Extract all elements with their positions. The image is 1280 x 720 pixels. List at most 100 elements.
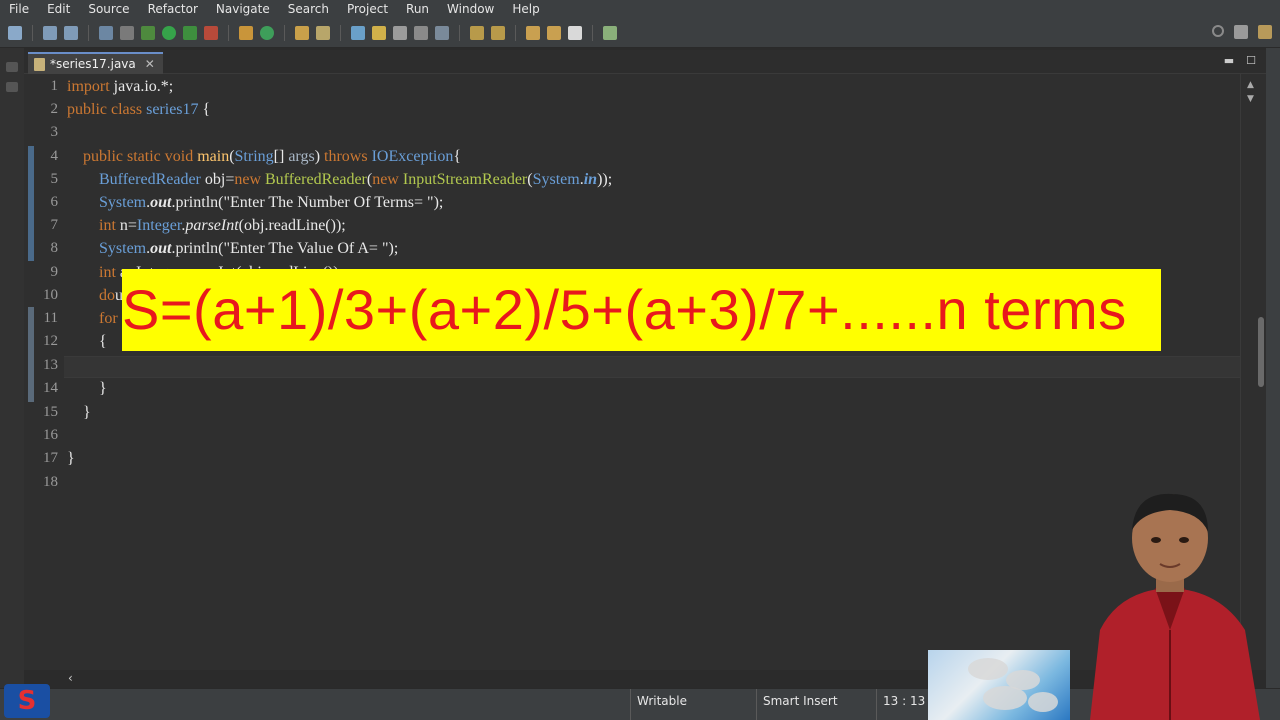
next-annotation-icon[interactable] <box>470 25 484 40</box>
close-icon[interactable]: ✕ <box>145 57 155 71</box>
open-type-icon[interactable] <box>295 25 309 40</box>
external-tools-icon[interactable] <box>204 25 218 40</box>
menu-project[interactable]: Project <box>338 2 397 16</box>
code-token: import <box>67 78 114 95</box>
coverage-icon[interactable] <box>183 25 197 40</box>
menu-help[interactable]: Help <box>503 2 548 16</box>
code-token: BufferedReader <box>265 171 367 188</box>
console-icon[interactable] <box>99 25 113 40</box>
new-icon[interactable] <box>8 25 22 40</box>
logo-letter: S <box>17 686 37 716</box>
block-selection-icon[interactable] <box>393 25 407 40</box>
menu-run[interactable]: Run <box>397 2 438 16</box>
code-token: BufferedReader <box>99 171 201 188</box>
new-class-icon[interactable] <box>260 25 274 40</box>
code-text: import java.io.*; <box>67 75 173 98</box>
scrollbar-thumb[interactable] <box>1258 317 1264 387</box>
run-icon[interactable] <box>162 25 176 40</box>
code-line[interactable]: 4 public static void main(String[] args)… <box>24 145 1256 168</box>
code-token: System <box>99 194 147 211</box>
code-token: out <box>150 240 172 257</box>
restore-icon[interactable] <box>6 62 18 72</box>
code-token: ); <box>388 240 399 257</box>
save-icon[interactable] <box>43 25 57 40</box>
code-token: java.io.*; <box>113 78 174 95</box>
code-line[interactable]: 7 int n=Integer.parseInt(obj.readLine())… <box>24 214 1256 237</box>
pin-editor-icon[interactable] <box>603 25 617 40</box>
code-token: System <box>99 240 147 257</box>
code-line[interactable]: 1 import java.io.*; <box>24 75 1256 98</box>
show-whitespace-icon[interactable] <box>435 25 449 40</box>
code-line[interactable]: 13 <box>24 354 1256 377</box>
open-perspective-icon[interactable] <box>1234 25 1248 39</box>
menu-search[interactable]: Search <box>279 2 338 16</box>
save-all-icon[interactable] <box>64 25 78 40</box>
code-text: } <box>67 401 91 424</box>
code-token: IOException <box>371 148 454 165</box>
scroll-up-icon[interactable]: ▲ <box>1247 80 1254 90</box>
java-file-icon <box>34 57 45 71</box>
code-line[interactable]: 6 System.out.println("Enter The Number O… <box>24 191 1256 214</box>
toolbar-separator <box>592 24 593 41</box>
search-tool-icon[interactable] <box>316 25 330 40</box>
menu-refactor[interactable]: Refactor <box>139 2 207 16</box>
last-edit-icon[interactable] <box>526 25 540 40</box>
forward-icon[interactable] <box>568 25 582 40</box>
menu-source[interactable]: Source <box>79 2 138 16</box>
code-text: System.out.println("Enter The Number Of … <box>67 191 443 214</box>
code-token: parseInt <box>185 217 239 234</box>
code-line[interactable]: 16 <box>24 424 1256 447</box>
code-line[interactable]: 8 System.out.println("Enter The Value Of… <box>24 237 1256 260</box>
line-number: 17 <box>43 450 58 466</box>
previous-annotation-icon[interactable] <box>491 25 505 40</box>
code-token: [] <box>273 148 289 165</box>
code-token: int <box>99 264 120 281</box>
code-line[interactable]: 5 BufferedReader obj=new BufferedReader(… <box>24 168 1256 191</box>
menu-window[interactable]: Window <box>438 2 503 16</box>
code-text: for <box>67 307 118 330</box>
java-perspective-icon[interactable] <box>1258 25 1272 39</box>
toggle-mark-occurrences-icon[interactable] <box>351 25 365 40</box>
code-line[interactable]: 2 public class series17 { <box>24 98 1256 121</box>
debug-icon[interactable] <box>141 25 155 40</box>
code-token: )); <box>597 171 613 188</box>
line-number: 10 <box>43 287 58 303</box>
line-number: 7 <box>50 217 59 233</box>
scroll-left-icon[interactable]: ‹ <box>68 671 73 685</box>
line-number: 16 <box>43 427 58 443</box>
new-java-package-icon[interactable] <box>239 25 253 40</box>
code-line[interactable]: 14 } <box>24 377 1256 400</box>
code-text: int n=Integer.parseInt(obj.readLine()); <box>67 214 346 237</box>
code-line[interactable]: 17} <box>24 447 1256 470</box>
code-token: series17 <box>146 101 199 118</box>
search-icon[interactable] <box>1212 25 1224 37</box>
menu-navigate[interactable]: Navigate <box>207 2 279 16</box>
scroll-down-icon[interactable]: ▼ <box>1247 94 1254 104</box>
code-text: { <box>67 330 107 353</box>
code-line[interactable]: 3 <box>24 121 1256 144</box>
code-text: } <box>67 377 107 400</box>
code-token: new <box>234 171 265 188</box>
horizontal-scrollbar[interactable]: ‹ <box>64 670 928 688</box>
menu-file[interactable]: File <box>0 2 38 16</box>
maximize-icon[interactable]: ☐ <box>1246 54 1256 67</box>
editor-tab-bar: *series17.java ✕ ▬ ☐ <box>24 50 1266 74</box>
line-number: 11 <box>43 310 58 326</box>
highlight-icon[interactable] <box>372 25 386 40</box>
menu-edit[interactable]: Edit <box>38 2 79 16</box>
word-wrap-icon[interactable] <box>414 25 428 40</box>
editor-tab[interactable]: *series17.java ✕ <box>28 52 163 74</box>
code-line[interactable]: 15 } <box>24 401 1256 424</box>
line-number: 4 <box>50 148 59 164</box>
package-explorer-icon[interactable] <box>6 82 18 92</box>
skip-breakpoints-icon[interactable] <box>120 25 134 40</box>
code-token: { <box>67 333 107 350</box>
back-icon[interactable] <box>547 25 561 40</box>
code-text: public static void main(String[] args) t… <box>67 145 461 168</box>
code-token: out <box>150 194 172 211</box>
minimize-icon[interactable]: ▬ <box>1224 54 1234 67</box>
toolbar-separator <box>284 24 285 41</box>
line-number: 12 <box>43 333 58 349</box>
